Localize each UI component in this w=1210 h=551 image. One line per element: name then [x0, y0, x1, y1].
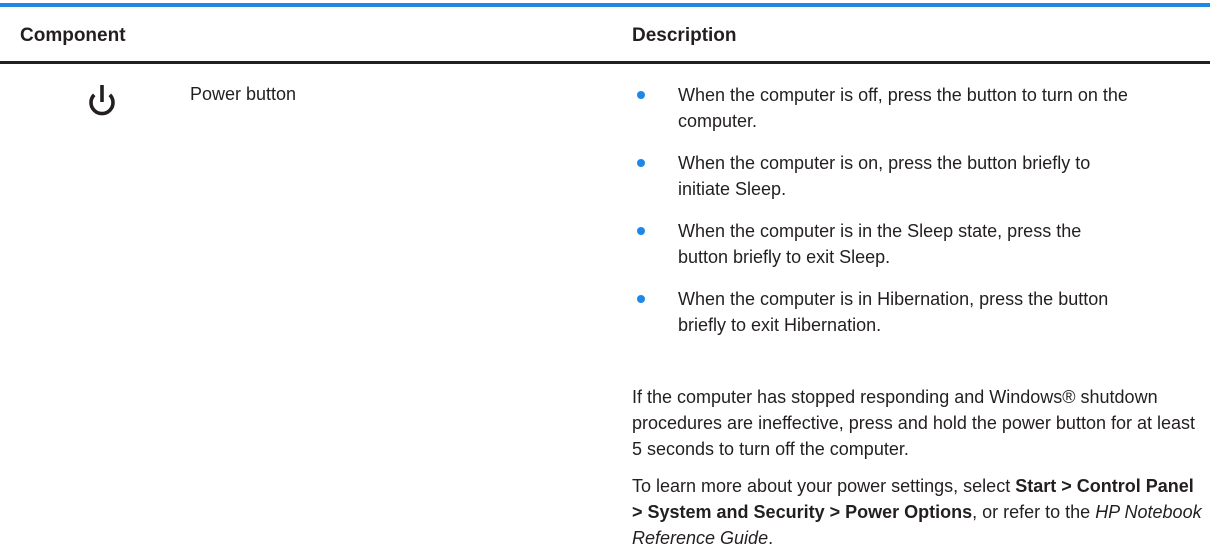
bullet-dot-icon	[637, 295, 645, 303]
component-table: Component Description Power button When …	[0, 0, 1210, 550]
list-item: When the computer is in the Sleep state,…	[634, 218, 1134, 270]
list-item: When the computer is in Hibernation, pre…	[634, 286, 1134, 338]
description-bullet-list: When the computer is off, press the butt…	[634, 82, 1194, 354]
bullet-text: When the computer is in the Sleep state,…	[678, 221, 1082, 267]
paragraph-middle: , or refer to the	[972, 502, 1096, 522]
bullet-dot-icon	[637, 159, 645, 167]
paragraph-suffix: .	[768, 528, 774, 548]
header-component: Component	[20, 25, 126, 46]
list-item: When the computer is off, press the butt…	[634, 82, 1134, 134]
power-settings-paragraph: To learn more about your power settings,…	[632, 473, 1202, 551]
header-description: Description	[632, 25, 737, 46]
bullet-text: When the computer is in Hibernation, pre…	[678, 289, 1109, 335]
header-rule	[0, 61, 1210, 64]
component-name: Power button	[190, 84, 297, 104]
power-icon	[84, 82, 120, 122]
bullet-text: When the computer is off, press the butt…	[678, 85, 1128, 131]
paragraph-prefix: To learn more about your power settings,…	[632, 476, 1016, 496]
bullet-text: When the computer is on, press the butto…	[678, 153, 1091, 199]
bullet-dot-icon	[637, 227, 645, 235]
bullet-dot-icon	[637, 91, 645, 99]
table-top-rule	[0, 3, 1210, 7]
unresponsive-paragraph: If the computer has stopped responding a…	[632, 387, 1196, 459]
list-item: When the computer is on, press the butto…	[634, 150, 1134, 202]
